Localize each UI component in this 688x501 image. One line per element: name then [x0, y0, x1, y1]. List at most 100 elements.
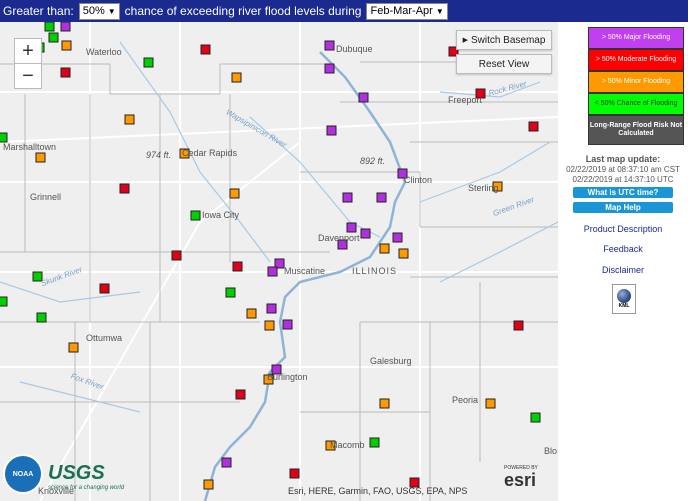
- noaa-logo: NOAA: [3, 454, 43, 494]
- last-update-label: Last map update:: [585, 154, 661, 164]
- place-label: Galesburg: [370, 356, 412, 366]
- zoom-out-button[interactable]: −: [14, 63, 42, 89]
- esri-logo-text: esri: [504, 470, 537, 490]
- place-label: Marshalltown: [3, 142, 57, 152]
- usgs-logo-text: USGS: [48, 462, 105, 484]
- map-attribution: Esri, HERE, Garmin, FAO, USGS, EPA, NPS: [288, 486, 468, 496]
- gauge-marker-low[interactable]: [44, 22, 55, 32]
- threshold-select[interactable]: 50% ▼: [78, 2, 120, 20]
- gauge-marker-moderate[interactable]: [200, 44, 211, 55]
- gauge-marker-minor[interactable]: [264, 320, 275, 331]
- place-label: ILLINOIS: [352, 266, 398, 276]
- top-bar: Greater than: 50% ▼ chance of exceeding r…: [0, 0, 688, 22]
- gauge-marker-minor[interactable]: [379, 243, 390, 254]
- gauge-marker-moderate[interactable]: [528, 121, 539, 132]
- zoom-in-button[interactable]: +: [14, 38, 42, 64]
- period-value: Feb-Mar-Apr: [370, 4, 433, 17]
- gauge-marker-minor[interactable]: [229, 188, 240, 199]
- threshold-value: 50%: [82, 4, 105, 17]
- gauge-marker-moderate[interactable]: [60, 67, 71, 78]
- place-label: Clinton: [404, 175, 433, 185]
- place-label: Burlington: [267, 372, 308, 382]
- place-label: Blo: [544, 446, 558, 456]
- place-label: Waterloo: [86, 47, 122, 57]
- last-update-cst: 02/22/2019 at 08:37:10 am CST: [566, 165, 680, 174]
- threshold-middle-label: chance of exceeding river flood levels d…: [124, 4, 362, 18]
- place-label: Dubuque: [336, 44, 373, 54]
- feedback-link[interactable]: Feedback: [558, 244, 688, 254]
- gauge-marker-moderate[interactable]: [99, 283, 110, 294]
- place-label: Cedar Rapids: [182, 148, 238, 158]
- kml-label: KML: [618, 303, 630, 309]
- last-update-utc: 02/22/2019 at 14:37:10 UTC: [572, 175, 674, 184]
- chevron-down-icon: ▼: [435, 6, 444, 16]
- legend-moderate: > 50% Moderate Flooding: [588, 49, 684, 71]
- gauge-marker-major[interactable]: [324, 63, 335, 74]
- legend-low: < 50% Chance of Flooding: [588, 93, 684, 115]
- triangle-right-icon: ▶: [462, 37, 468, 44]
- sidebar: > 50% Major Flooding > 50% Moderate Floo…: [558, 22, 688, 501]
- place-label: Ottumwa: [86, 333, 123, 343]
- gauge-marker-minor[interactable]: [485, 398, 496, 409]
- place-label: Freeport: [448, 95, 483, 105]
- gauge-marker-low[interactable]: [143, 57, 154, 68]
- reset-view-button[interactable]: Reset View: [456, 54, 552, 74]
- gauge-marker-major[interactable]: [267, 266, 278, 277]
- gauge-marker-minor[interactable]: [35, 152, 46, 163]
- gauge-marker-low[interactable]: [36, 312, 47, 323]
- gauge-marker-low[interactable]: [0, 296, 8, 307]
- gauge-marker-minor[interactable]: [68, 342, 79, 353]
- place-label: Grinnell: [30, 192, 62, 202]
- gauge-marker-moderate[interactable]: [119, 183, 130, 194]
- gauge-marker-minor[interactable]: [379, 398, 390, 409]
- period-select[interactable]: Feb-Mar-Apr ▼: [366, 2, 448, 20]
- gauge-marker-major[interactable]: [346, 222, 357, 233]
- elevation-label: 892 ft.: [360, 156, 386, 166]
- gauge-marker-minor[interactable]: [246, 308, 257, 319]
- gauge-marker-major[interactable]: [326, 125, 337, 136]
- gauge-marker-moderate[interactable]: [232, 261, 243, 272]
- product-description-link[interactable]: Product Description: [558, 224, 688, 234]
- place-label: Sterling: [468, 183, 499, 193]
- legend-not-calculated: Long-Range Flood Risk Not Calculated: [588, 115, 684, 145]
- threshold-prefix-label: Greater than:: [3, 4, 74, 18]
- noaa-logo-text: NOAA: [12, 470, 34, 478]
- gauge-marker-major[interactable]: [60, 22, 71, 32]
- place-label: Peoria: [452, 395, 479, 405]
- basemap: [0, 22, 558, 501]
- gauge-marker-moderate[interactable]: [289, 468, 300, 479]
- gauge-marker-low[interactable]: [48, 32, 59, 43]
- gauge-marker-minor[interactable]: [61, 40, 72, 51]
- elevation-label: 974 ft.: [146, 150, 172, 160]
- kml-download-icon[interactable]: KML: [612, 284, 636, 314]
- flood-map[interactable]: + − ▶ Switch Basemap Reset View Waterloo …: [0, 22, 558, 501]
- gauge-marker-low[interactable]: [190, 210, 201, 221]
- switch-basemap-button[interactable]: ▶ Switch Basemap: [456, 30, 552, 50]
- gauge-marker-low[interactable]: [0, 132, 8, 143]
- gauge-marker-major[interactable]: [392, 232, 403, 243]
- gauge-marker-minor[interactable]: [231, 72, 242, 83]
- gauge-marker-major[interactable]: [376, 192, 387, 203]
- gauge-marker-major[interactable]: [324, 40, 335, 51]
- gauge-marker-minor[interactable]: [203, 479, 214, 490]
- place-label: Davenport: [318, 233, 360, 243]
- gauge-marker-major[interactable]: [360, 228, 371, 239]
- map-help-button[interactable]: Map Help: [573, 202, 673, 213]
- gauge-marker-low[interactable]: [225, 287, 236, 298]
- gauge-marker-major[interactable]: [221, 457, 232, 468]
- legend-major: > 50% Major Flooding: [588, 27, 684, 49]
- utc-info-button[interactable]: What is UTC time?: [573, 187, 673, 198]
- gauge-marker-low[interactable]: [530, 412, 541, 423]
- gauge-marker-moderate[interactable]: [235, 389, 246, 400]
- gauge-marker-major[interactable]: [282, 319, 293, 330]
- gauge-marker-major[interactable]: [342, 192, 353, 203]
- gauge-marker-major[interactable]: [266, 303, 277, 314]
- chevron-down-icon: ▼: [107, 6, 116, 16]
- gauge-marker-low[interactable]: [369, 437, 380, 448]
- gauge-marker-major[interactable]: [358, 92, 369, 103]
- gauge-marker-minor[interactable]: [124, 114, 135, 125]
- gauge-marker-minor[interactable]: [398, 248, 409, 259]
- gauge-marker-moderate[interactable]: [513, 320, 524, 331]
- gauge-marker-moderate[interactable]: [171, 250, 182, 261]
- disclaimer-link[interactable]: Disclaimer: [558, 265, 688, 275]
